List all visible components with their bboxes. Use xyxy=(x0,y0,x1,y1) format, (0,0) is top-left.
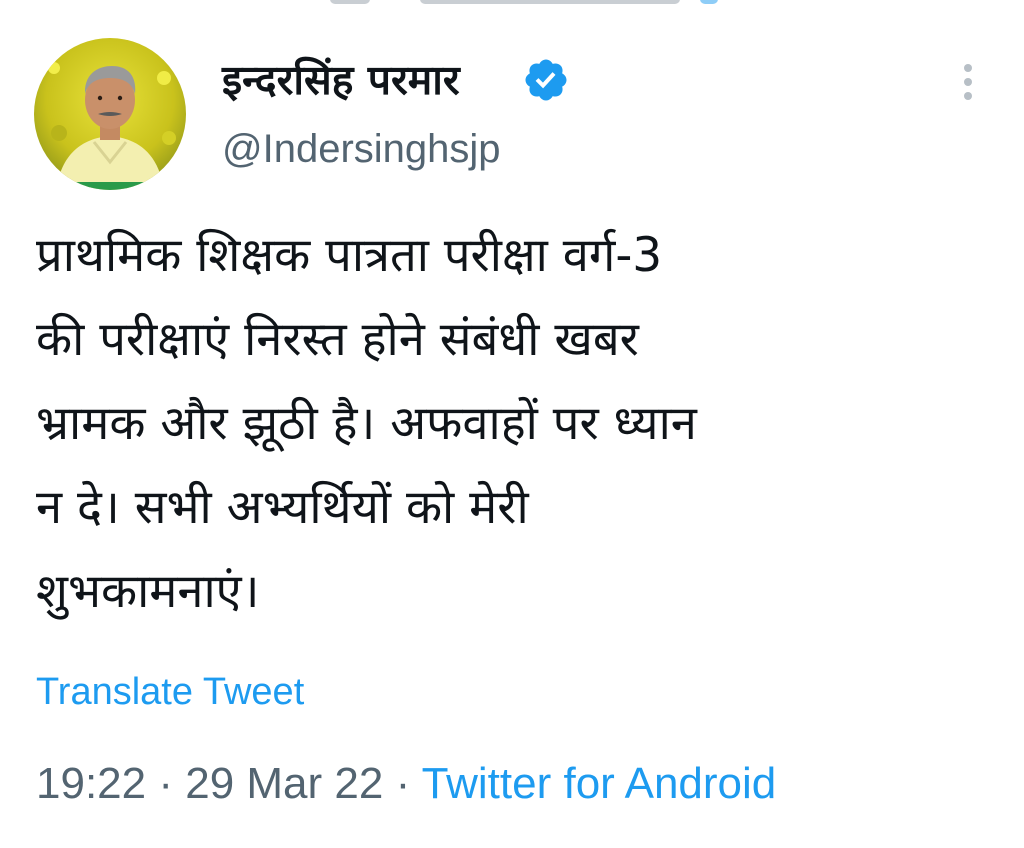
tweet-time[interactable]: 19:22 xyxy=(36,759,146,808)
author-display-name[interactable]: इन्दरसिंह परमार xyxy=(222,52,460,108)
tweet-metadata: 19:22 · 29 Mar 22 · Twitter for Android xyxy=(36,756,776,812)
author-handle[interactable]: @Indersinghsjp xyxy=(222,124,501,174)
separator: · xyxy=(395,759,411,808)
more-options-icon[interactable] xyxy=(950,60,986,104)
tweet-text: प्राथमिक शिक्षक पात्रता परीक्षा वर्ग-3 क… xyxy=(36,228,697,619)
translate-tweet-link[interactable]: Translate Tweet xyxy=(36,668,304,716)
tweet-source-link[interactable]: Twitter for Android xyxy=(422,759,777,808)
separator: · xyxy=(158,759,173,808)
previous-content-remnant xyxy=(0,0,1024,8)
avatar[interactable] xyxy=(34,38,186,190)
tweet-date[interactable]: 29 Mar 22 xyxy=(185,759,383,808)
verified-badge-icon xyxy=(525,59,567,101)
